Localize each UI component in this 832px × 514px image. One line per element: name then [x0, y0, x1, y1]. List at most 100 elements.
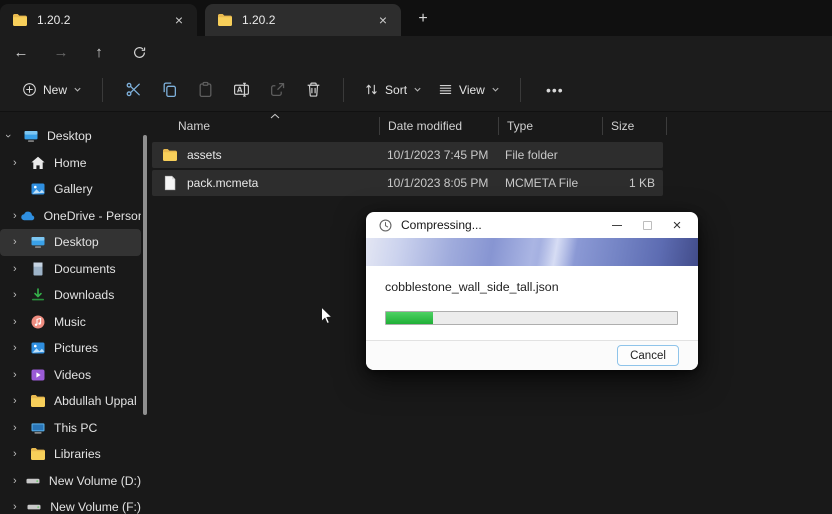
sidebar-item-onedrive[interactable]: › OneDrive - Personal [0, 203, 141, 230]
column-header-size[interactable]: Size [603, 119, 666, 133]
dialog-body: cobblestone_wall_side_tall.json [366, 266, 698, 340]
sidebar-scrollbar[interactable] [143, 135, 147, 415]
sidebar-item-downloads[interactable]: › Downloads [0, 282, 141, 309]
navigation-bar: ← → ↑ › Desktop › 1.20.2 › Search 1.2 [0, 36, 832, 68]
gallery-icon [30, 181, 46, 197]
sidebar-item-this-pc[interactable]: › This PC [0, 415, 141, 442]
more-options-icon[interactable]: ••• [539, 74, 571, 106]
sidebar-item-user-folder[interactable]: › Abdullah Uppal [0, 388, 141, 415]
dialog-title: Compressing... [401, 218, 602, 232]
chevron-down-icon [73, 85, 82, 94]
delete-button[interactable] [295, 74, 331, 106]
chevron-right-icon[interactable]: › [13, 289, 27, 301]
chevron-right-icon[interactable]: › [13, 369, 27, 381]
chevron-right-icon[interactable]: › [13, 448, 27, 460]
file-date-modified: 10/1/2023 7:45 PM [379, 148, 497, 162]
close-button[interactable]: × [662, 214, 692, 236]
view-button[interactable]: View [430, 76, 508, 103]
maximize-button[interactable] [632, 214, 662, 236]
clock-icon [378, 218, 393, 233]
file-type: MCMETA File [497, 176, 600, 190]
sidebar-item-pictures[interactable]: › Pictures [0, 335, 141, 362]
sidebar-item-label: OneDrive - Personal [44, 209, 141, 223]
file-explorer-window: { "tabs": [ { "label": "1.20.2", "icon":… [0, 0, 832, 514]
progress-bar-fill [386, 312, 433, 324]
sidebar-item-new-volume-d[interactable]: › New Volume (D:) [0, 468, 141, 495]
chevron-right-icon[interactable]: › [13, 422, 27, 434]
chevron-right-icon[interactable]: › [13, 263, 27, 275]
monitor-icon [23, 128, 39, 144]
chevron-right-icon[interactable]: › [13, 210, 17, 222]
chevron-right-icon[interactable]: › [13, 501, 23, 513]
sidebar-item-libraries[interactable]: › Libraries [0, 441, 141, 468]
up-button[interactable]: ↑ [86, 40, 112, 64]
sidebar-item-documents[interactable]: › Documents [0, 256, 141, 283]
sidebar-item-desktop[interactable]: › Desktop [0, 229, 141, 256]
download-icon [30, 287, 46, 303]
command-toolbar: New Sort View ••• [0, 68, 832, 112]
copy-icon [161, 81, 178, 98]
chevron-right-icon[interactable]: › [13, 395, 27, 407]
monitor-icon [30, 234, 46, 250]
sidebar-item-videos[interactable]: › Videos [0, 362, 141, 389]
sidebar-item-label: Documents [54, 262, 116, 276]
chevron-right-icon[interactable]: › [13, 475, 22, 487]
tab-1-20-2-inactive[interactable]: 1.20.2 × [0, 4, 197, 36]
sidebar-item-desktop-root[interactable]: › Desktop [0, 123, 141, 150]
sidebar-item-gallery[interactable]: Gallery [0, 176, 141, 203]
file-name: assets [187, 148, 222, 162]
chevron-right-icon[interactable]: › [13, 236, 27, 248]
close-icon[interactable]: × [167, 9, 191, 31]
chevron-right-icon[interactable]: › [13, 342, 27, 354]
paste-icon [197, 81, 214, 98]
folder-icon [30, 393, 46, 409]
sort-icon [364, 82, 379, 97]
new-tab-button[interactable]: + [409, 7, 437, 31]
sort-button-label: Sort [385, 83, 407, 97]
folder-icon [162, 147, 178, 163]
document-icon [30, 261, 46, 277]
sidebar-item-new-volume-f[interactable]: › New Volume (F:) [0, 494, 141, 514]
sidebar-item-label: This PC [54, 421, 97, 435]
column-header-date-modified[interactable]: Date modified [380, 119, 498, 133]
column-header-type[interactable]: Type [499, 119, 602, 133]
sort-button[interactable]: Sort [356, 76, 430, 103]
rename-button[interactable] [223, 74, 259, 106]
chevron-down-icon[interactable]: › [6, 130, 20, 142]
close-icon[interactable]: × [371, 9, 395, 31]
cut-button[interactable] [115, 74, 151, 106]
sidebar-item-label: Abdullah Uppal [54, 394, 137, 408]
sidebar-item-label: Home [54, 156, 87, 170]
sidebar-item-label: New Volume (F:) [50, 500, 141, 514]
plus-icon [22, 82, 37, 97]
tab-label: 1.20.2 [37, 13, 167, 27]
chevron-right-icon[interactable]: › [13, 157, 27, 169]
share-button[interactable] [259, 74, 295, 106]
column-header-name[interactable]: Name [152, 119, 379, 133]
file-row-pack-mcmeta[interactable]: pack.mcmeta 10/1/2023 8:05 PM MCMETA Fil… [152, 170, 663, 196]
delete-icon [305, 81, 322, 98]
tab-label: 1.20.2 [242, 13, 371, 27]
sidebar-item-music[interactable]: › Music [0, 309, 141, 336]
mouse-cursor [320, 306, 334, 326]
file-row-assets[interactable]: assets 10/1/2023 7:45 PM File folder [152, 142, 663, 168]
music-icon [30, 314, 46, 330]
sidebar-item-home[interactable]: › Home [0, 150, 141, 177]
paste-button[interactable] [187, 74, 223, 106]
file-name: pack.mcmeta [187, 176, 258, 190]
minimize-button[interactable] [602, 214, 632, 236]
new-button[interactable]: New [14, 76, 90, 103]
back-button[interactable]: ← [8, 40, 34, 64]
tab-1-20-2-active[interactable]: 1.20.2 × [205, 4, 401, 36]
sidebar-item-label: New Volume (D:) [49, 474, 141, 488]
column-divider[interactable] [666, 117, 667, 135]
videos-icon [30, 367, 46, 383]
refresh-icon[interactable] [126, 40, 152, 64]
cancel-button[interactable]: Cancel [617, 345, 679, 366]
copy-button[interactable] [151, 74, 187, 106]
dialog-title-bar[interactable]: Compressing... × [366, 212, 698, 238]
forward-button[interactable]: → [48, 40, 74, 64]
file-type: File folder [497, 148, 600, 162]
sidebar-item-label: Libraries [54, 447, 101, 461]
chevron-right-icon[interactable]: › [13, 316, 27, 328]
